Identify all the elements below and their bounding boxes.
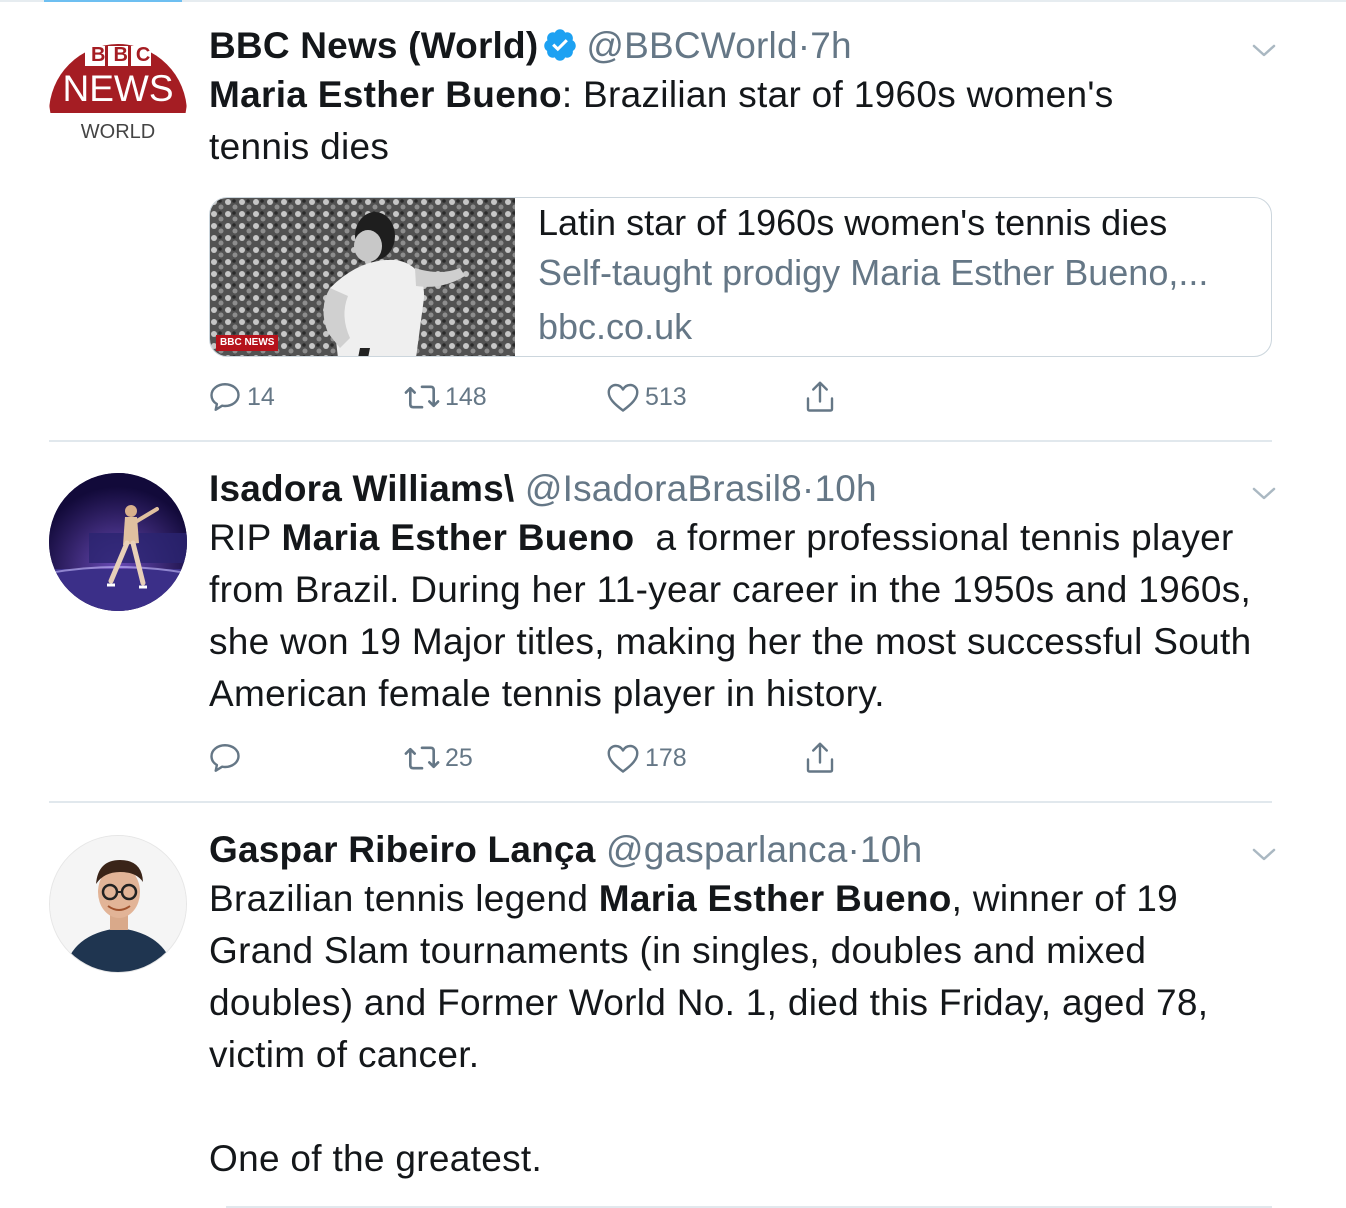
tweet-time[interactable]: 7h bbox=[810, 25, 852, 66]
card-domain: bbc.co.uk bbox=[538, 306, 693, 347]
verified-badge-icon bbox=[544, 29, 577, 61]
avatar-logo-bottom: WORLD bbox=[80, 121, 156, 143]
tweet-text-bold[interactable]: Maria Esther Bueno bbox=[209, 74, 562, 115]
like-button[interactable]: 513 bbox=[605, 377, 687, 417]
reply-icon bbox=[210, 383, 240, 411]
author-name[interactable]: Gaspar Ribeiro Lança bbox=[209, 829, 595, 870]
retweet-icon bbox=[404, 746, 440, 770]
heart-icon bbox=[607, 744, 639, 773]
share-icon bbox=[806, 742, 834, 773]
tweet-text-bold[interactable]: Maria Esther Bueno bbox=[282, 517, 635, 558]
card-title: Latin star of 1960s women's tennis dies bbox=[538, 202, 1168, 243]
bottom-divider bbox=[226, 1206, 1272, 1208]
retweet-count: 25 bbox=[445, 743, 473, 772]
tweet-header: Gaspar Ribeiro Lança @gasparlanca·10h bbox=[209, 827, 1289, 873]
chevron-down-icon[interactable] bbox=[1250, 483, 1278, 503]
like-button[interactable]: 178 bbox=[605, 738, 687, 778]
tweet-actions: 25 178 bbox=[207, 738, 907, 778]
card-description: Self-taught prodigy Maria Esther Bueno,.… bbox=[538, 252, 1209, 293]
avatar[interactable]: BBC NEWS WORLD bbox=[49, 30, 187, 168]
link-card[interactable]: BBC NEWS Latin star of 1960s women's ten… bbox=[209, 197, 1272, 357]
share-button[interactable] bbox=[802, 377, 838, 417]
tweet-text-last-paragraph: One of the greatest. bbox=[209, 1138, 543, 1179]
avatar[interactable] bbox=[49, 835, 187, 973]
chevron-down-icon[interactable] bbox=[1250, 40, 1278, 60]
card-image: BBC NEWS bbox=[210, 198, 515, 356]
tweet-actions: 14 148 513 bbox=[207, 377, 907, 417]
tweet-time[interactable]: 10h bbox=[860, 829, 922, 870]
tweet-text: RIP Maria Esther Bueno a former professi… bbox=[209, 512, 1279, 720]
tweet-bbc-world[interactable]: BBC NEWS WORLD BBC News (World) @BBCWorld… bbox=[0, 0, 1346, 440]
author-handle[interactable]: @IsadoraBrasil8 bbox=[525, 468, 802, 509]
avatar-logo-mid: NEWS bbox=[62, 68, 174, 109]
separator: · bbox=[847, 829, 861, 870]
tweet-text-prefix: Brazilian tennis legend bbox=[209, 878, 599, 919]
reply-button[interactable] bbox=[207, 738, 247, 778]
avatar-logo-top: BBC bbox=[91, 44, 159, 66]
reply-count: 14 bbox=[247, 382, 275, 411]
share-icon bbox=[806, 381, 834, 412]
author-name[interactable]: Isadora Williams\ bbox=[209, 468, 514, 509]
reply-button[interactable]: 14 bbox=[207, 377, 275, 417]
tweet-gaspar[interactable]: Gaspar Ribeiro Lança @gasparlanca·10h Br… bbox=[0, 802, 1346, 1208]
tweet-header: BBC News (World) @BBCWorld·7h bbox=[209, 23, 1289, 69]
retweet-button[interactable]: 25 bbox=[403, 738, 473, 778]
tweet-text: Brazilian tennis legend Maria Esther Bue… bbox=[209, 873, 1279, 1081]
retweet-icon bbox=[404, 385, 440, 409]
like-count: 178 bbox=[645, 743, 687, 772]
share-button[interactable] bbox=[802, 738, 838, 778]
chevron-down-icon[interactable] bbox=[1250, 844, 1278, 864]
tweet-text-prefix: RIP bbox=[209, 517, 282, 558]
tweet-time[interactable]: 10h bbox=[814, 468, 876, 509]
tweet-header: Isadora Williams\ @IsadoraBrasil8·10h bbox=[209, 466, 1289, 512]
tweet-text-bold[interactable]: Maria Esther Bueno bbox=[599, 878, 952, 919]
like-count: 513 bbox=[645, 382, 687, 411]
separator: · bbox=[797, 25, 811, 66]
retweet-count: 148 bbox=[445, 382, 487, 411]
tweet-isadora[interactable]: Isadora Williams\ @IsadoraBrasil8·10h RI… bbox=[0, 441, 1346, 801]
card-image-badge: BBC NEWS bbox=[216, 335, 279, 351]
retweet-button[interactable]: 148 bbox=[403, 377, 487, 417]
avatar[interactable] bbox=[49, 473, 187, 611]
author-name[interactable]: BBC News (World) bbox=[209, 25, 538, 66]
reply-icon bbox=[210, 744, 240, 772]
heart-icon bbox=[607, 383, 639, 412]
author-handle[interactable]: @BBCWorld bbox=[586, 25, 797, 66]
tweet-text: Maria Esther Bueno: Brazilian star of 19… bbox=[209, 69, 1189, 173]
author-handle[interactable]: @gasparlanca bbox=[606, 829, 848, 870]
separator: · bbox=[801, 468, 815, 509]
